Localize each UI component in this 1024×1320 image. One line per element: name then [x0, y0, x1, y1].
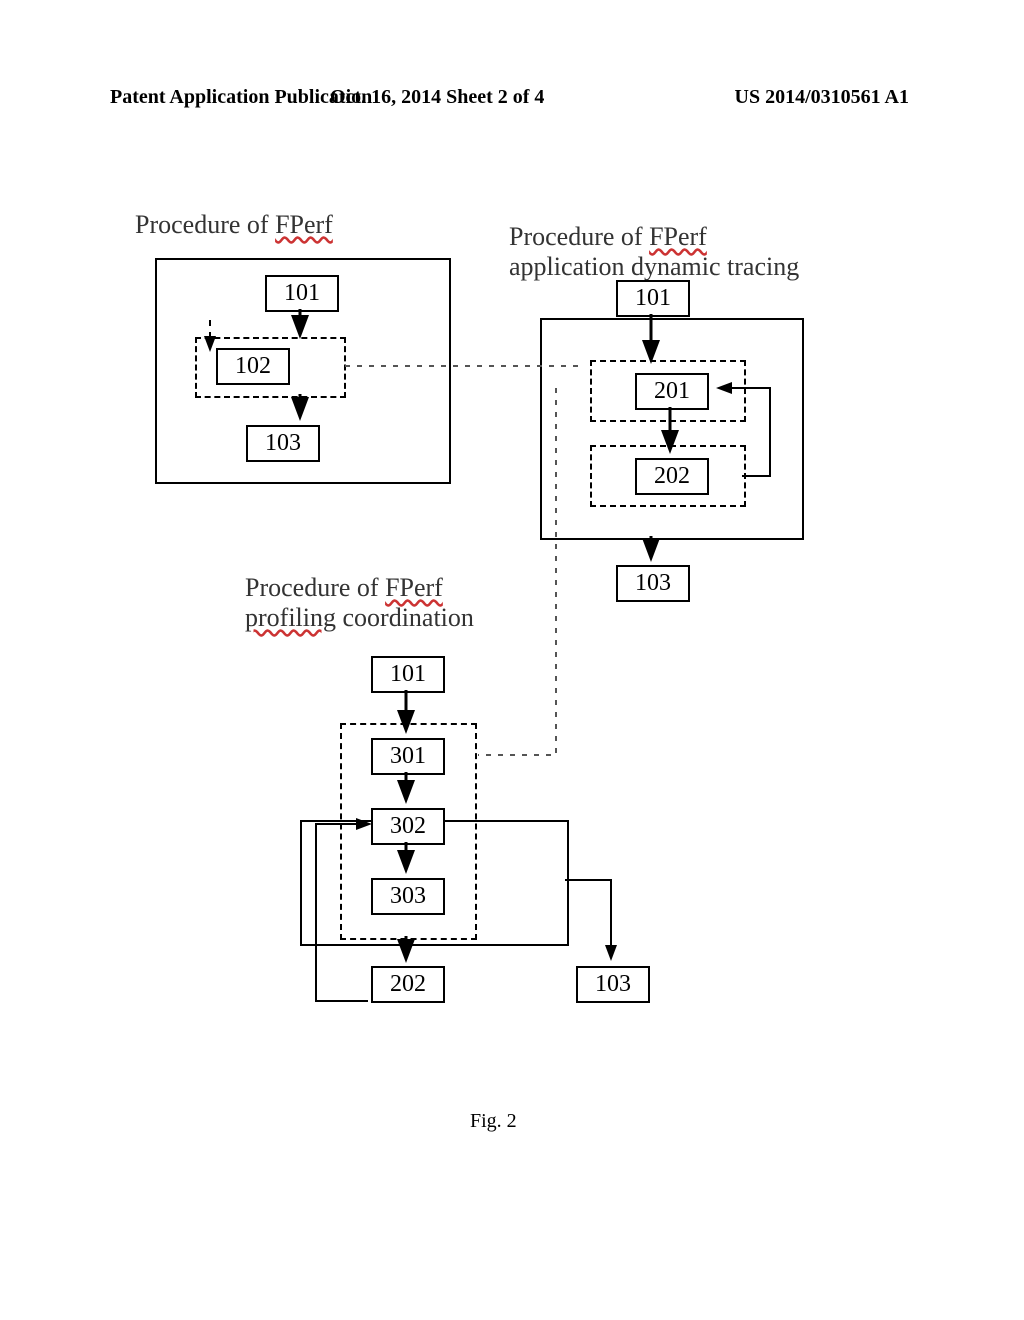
title-fperf: Procedure of FPerf [135, 210, 333, 240]
header-mid: Oct. 16, 2014 Sheet 2 of 4 [330, 86, 544, 109]
title-dyn-tracing: Procedure of FPerf application dynamic t… [509, 222, 799, 282]
title-dyn-mark: FPerf [649, 222, 707, 251]
title-prof-rest: coordination [336, 603, 474, 632]
page: Patent Application Publication Oct. 16, … [0, 0, 1024, 1320]
box-c-101: 101 [371, 656, 445, 693]
title-dyn-line2: application dynamic tracing [509, 252, 799, 281]
box-b-103: 103 [616, 565, 690, 602]
figure-caption: Fig. 2 [470, 1110, 517, 1133]
box-a-102: 102 [216, 348, 290, 385]
title-profiling: Procedure of FPerf profiling coordinatio… [245, 573, 474, 633]
box-c-103: 103 [576, 966, 650, 1003]
title-fperf-mark: FPerf [275, 210, 333, 239]
box-b-202: 202 [635, 458, 709, 495]
box-c-202: 202 [371, 966, 445, 1003]
arrow-c-to-103 [565, 880, 611, 957]
box-a-101: 101 [265, 275, 339, 312]
title-dyn-prefix: Procedure of [509, 222, 649, 251]
title-prof-mark1: FPerf [385, 573, 443, 602]
box-a-103: 103 [246, 425, 320, 462]
box-c-302: 302 [371, 808, 445, 845]
header-right: US 2014/0310561 A1 [735, 86, 909, 109]
box-c-301: 301 [371, 738, 445, 775]
title-prof-mark2: profiling [245, 603, 336, 632]
title-fperf-prefix: Procedure of [135, 210, 275, 239]
title-prof-prefix: Procedure of [245, 573, 385, 602]
box-b-101: 101 [616, 280, 690, 317]
box-b-201: 201 [635, 373, 709, 410]
box-c-303: 303 [371, 878, 445, 915]
